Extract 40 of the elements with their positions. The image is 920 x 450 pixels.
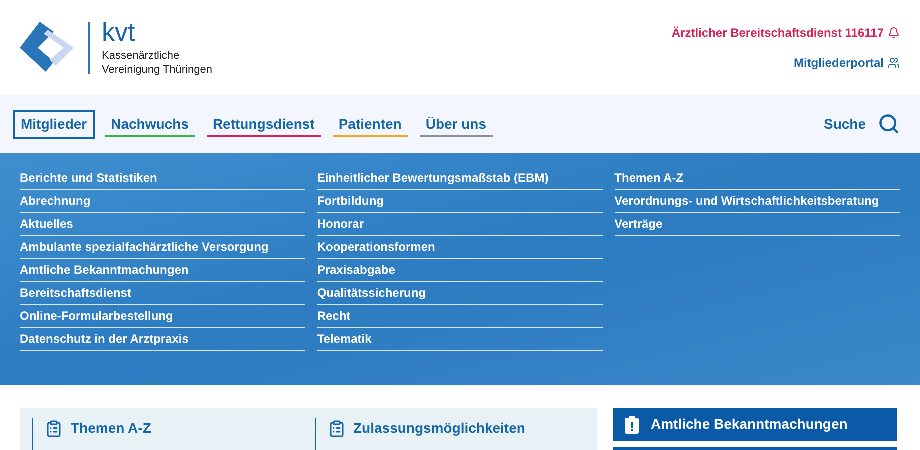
menu-link[interactable]: Verträge: [614, 213, 900, 236]
menu-link[interactable]: Ambulante spezialfachärztliche Versorgung: [20, 236, 306, 259]
bell-icon: [888, 26, 900, 38]
notice-button[interactable]: Amtliche Bekanntmachungen: [613, 408, 897, 441]
menu-link[interactable]: Datenschutz in der Arztpraxis: [20, 328, 306, 351]
clipboard-icon: [328, 420, 346, 438]
menu-link[interactable]: Recht: [317, 305, 603, 328]
logo-subtitle: Vereinigung Thüringen: [102, 62, 212, 76]
menu-link[interactable]: Themen A-Z: [614, 167, 900, 190]
menu-link[interactable]: Einheitlicher Bewertungsmaßstab (EBM): [317, 167, 603, 190]
nav-tab[interactable]: Mitglieder: [13, 110, 96, 138]
teaser-link[interactable]: Themen A-Z: [45, 418, 314, 439]
alert-icon: [625, 416, 639, 434]
nav-tab[interactable]: Rettungsdienst: [204, 110, 323, 138]
menu-link[interactable]: Online-Formularbestellung: [20, 305, 306, 328]
menu-link[interactable]: Berichte und Statistiken: [20, 167, 306, 190]
menu-link[interactable]: Kooperationsformen: [317, 236, 603, 259]
menu-link[interactable]: Verordnungs- und Wirtschaftlichkeitsberatung: [614, 190, 900, 213]
nav-tab[interactable]: Patienten: [330, 110, 410, 138]
logo-wordmark: kvt: [102, 18, 136, 44]
nav-tab[interactable]: Nachwuchs: [103, 110, 197, 138]
teaser-link[interactable]: Zulassungsmöglichkeiten: [328, 418, 597, 439]
menu-link[interactable]: Bereitschaftsdienst: [20, 282, 306, 305]
header-link[interactable]: Mitgliederportal: [794, 54, 900, 72]
clipboard-icon: [45, 420, 63, 438]
menu-link[interactable]: Fortbildung: [317, 190, 603, 213]
menu-link[interactable]: Qualitätssicherung: [317, 282, 603, 305]
search-icon: [878, 113, 900, 135]
nav-tab[interactable]: Über uns: [418, 110, 495, 138]
logo-icon[interactable]: [20, 22, 76, 74]
menu-link[interactable]: Amtliche Bekanntmachungen: [20, 259, 306, 282]
header-link[interactable]: Ärztlicher Bereitschaftsdienst 116117: [672, 24, 900, 42]
menu-link[interactable]: Praxisabgabe: [317, 259, 603, 282]
menu-link[interactable]: Telematik: [317, 328, 603, 351]
search-button[interactable]: Suche: [824, 113, 900, 135]
logo-subtitle: Kassenärztliche: [102, 48, 181, 62]
menu-link[interactable]: Aktuelles: [20, 213, 306, 236]
users-icon: [888, 56, 900, 68]
menu-link[interactable]: Abrechnung: [20, 190, 306, 213]
menu-link[interactable]: Honorar: [317, 213, 603, 236]
